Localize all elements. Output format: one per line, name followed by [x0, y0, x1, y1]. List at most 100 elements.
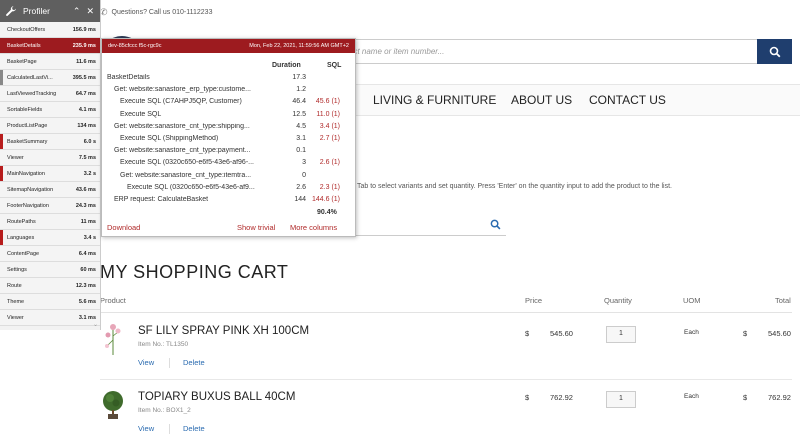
scroll-down-icon[interactable]: ⌄: [93, 321, 98, 328]
detail-row-duration: 1.2: [296, 86, 306, 94]
profiler-panel: Profiler ⌃ ✕ CheckoutOffers 156.9 ms Baske…: [0, 0, 101, 330]
timestamp: Mon, Feb 22, 2021, 11:59:56 AM GMT+2: [249, 43, 349, 49]
profiler-row-time: 11 ms: [80, 218, 96, 225]
profiler-row-name: Theme: [7, 298, 25, 305]
currency-symbol: $: [525, 393, 530, 402]
profiler-row-name: ProductListPage: [7, 122, 48, 129]
status-marker: [0, 166, 3, 181]
quick-order-hint: ants. Tab to select variants and set qua…: [340, 183, 673, 190]
profiler-row[interactable]: LastViewedTracking 64.7 ms: [0, 86, 100, 102]
view-link[interactable]: View: [138, 424, 154, 433]
nav-item-living-furniture[interactable]: LIVING & FURNITURE: [373, 93, 496, 107]
more-columns-link[interactable]: More columns: [290, 223, 337, 232]
search-input[interactable]: uct name or item number...: [340, 39, 758, 64]
collapse-icon[interactable]: ⌃: [73, 6, 81, 17]
profiler-row[interactable]: SortableFields 4.1 ms: [0, 102, 100, 118]
item-number: Item No.: BOX1_2: [138, 407, 191, 414]
profiler-row-time: 11.6 ms: [76, 58, 96, 65]
column-header-uom: UOM: [683, 296, 701, 305]
detail-row-label[interactable]: Get: website:sanastore_cnt_type:itemtra.…: [120, 172, 272, 179]
divider: [100, 379, 792, 380]
download-link[interactable]: Download: [107, 223, 140, 232]
column-header-price: Price: [525, 296, 543, 305]
quick-order-input[interactable]: [340, 214, 506, 236]
profiler-row-time: 7.5 ms: [78, 154, 96, 161]
profiler-row-name: LastViewedTracking: [7, 90, 57, 97]
price-value: 762.92: [550, 393, 573, 402]
detail-row-label[interactable]: Execute SQL (C7AHPJ5QP, Customer): [120, 98, 272, 105]
profiler-row[interactable]: CheckoutOffers 156.9 ms: [0, 22, 100, 38]
profiler-row[interactable]: FooterNavigation 24.3 ms: [0, 198, 100, 214]
profiler-row[interactable]: MainNavigation 3.2 s: [0, 166, 100, 182]
product-name[interactable]: TOPIARY BUXUS BALL 40CM: [138, 391, 295, 403]
search-icon[interactable]: [490, 219, 501, 230]
delete-link[interactable]: Delete: [183, 358, 205, 367]
detail-row-label[interactable]: Execute SQL (0320c650-e6f5-43e6-af96-...: [120, 159, 272, 166]
profiler-row[interactable]: Theme 5.6 ms: [0, 294, 100, 310]
profiler-row[interactable]: BasketPage 11.6 ms: [0, 54, 100, 70]
profiler-row-time: 156.9 ms: [72, 26, 96, 33]
profiler-row[interactable]: ProductListPage 134 ms: [0, 118, 100, 134]
profiler-row[interactable]: Viewer 7.5 ms: [0, 150, 100, 166]
profiler-row[interactable]: RoutePaths 11 ms: [0, 214, 100, 230]
profiler-row[interactable]: Route 12.3 ms: [0, 278, 100, 294]
currency-symbol: $: [743, 393, 748, 402]
total-percent: 90.4%: [317, 209, 337, 216]
detail-row-duration: 4.5: [296, 122, 306, 130]
detail-row-label[interactable]: Execute SQL (ShippingMethod): [120, 135, 272, 142]
detail-row-label[interactable]: BasketDetails: [107, 74, 272, 81]
profiler-row[interactable]: ContentPage 6.4 ms: [0, 246, 100, 262]
quantity-input[interactable]: 1: [606, 391, 636, 408]
detail-row-label[interactable]: ERP request: CalculateBasket: [114, 196, 272, 203]
nav-item-contact-us[interactable]: CONTACT US: [589, 93, 666, 107]
profiler-row[interactable]: Viewer 3.1 ms: [0, 310, 100, 326]
detail-row-label[interactable]: Get: website:sanastore_cnt_type:shipping…: [114, 123, 272, 130]
profiler-row[interactable]: CalculatedLastVi... 395.5 ms: [0, 70, 100, 86]
topbar-question: Questions? Call us 010-1112233: [111, 8, 213, 16]
search-icon: [769, 46, 780, 57]
detail-row-sql: 2.6 (1): [319, 159, 340, 167]
page: ✆ Questions? Call us 010-1112233 uct nam…: [0, 0, 800, 442]
profiler-row-time: 6.0 s: [83, 138, 96, 145]
detail-row-duration: 0.1: [296, 147, 306, 155]
profiler-row-name: Route: [7, 282, 22, 289]
uom-value: Each: [684, 329, 699, 336]
profiler-row-name: RoutePaths: [7, 218, 36, 225]
profiler-row-name: CheckoutOffers: [7, 26, 46, 33]
delete-link[interactable]: Delete: [183, 424, 205, 433]
profiler-row[interactable]: Settings 60 ms: [0, 262, 100, 278]
detail-row-label[interactable]: Get: website:sanastore_erp_type:custome.…: [114, 86, 272, 93]
divider: [169, 358, 170, 368]
profiler-row[interactable]: BasketSummary 6.0 s: [0, 134, 100, 150]
detail-row-duration: 12.5: [292, 110, 306, 118]
topbar: ✆ Questions? Call us 010-1112233: [100, 4, 212, 20]
price-value: 545.60: [550, 329, 573, 338]
detail-row-sql: 45.6 (1): [315, 98, 340, 106]
profiler-row[interactable]: Languages 3.4 s: [0, 230, 100, 246]
profiler-row[interactable]: BasketDetails 235.9 ms: [0, 38, 100, 54]
profiler-row[interactable]: SitemapNavigation 43.6 ms: [0, 182, 100, 198]
product-name[interactable]: SF LILY SPRAY PINK XH 100CM: [138, 325, 309, 337]
profiler-row-name: Languages: [7, 234, 35, 241]
view-link[interactable]: View: [138, 358, 154, 367]
nav-item-about-us[interactable]: ABOUT US: [511, 93, 572, 107]
detail-row-duration: 17.3: [292, 74, 306, 81]
detail-row-label[interactable]: Execute SQL: [120, 111, 272, 118]
close-icon[interactable]: ✕: [86, 6, 100, 17]
status-marker: [0, 134, 3, 149]
detail-row-label[interactable]: Execute SQL (0320c650-e6f5-43e6-af9...: [127, 184, 272, 191]
profiler-row-time: 235.9 ms: [72, 42, 96, 49]
detail-row-label[interactable]: Get: website:sanastore_cnt_type:payment.…: [114, 147, 272, 154]
profiler-detail-popup: dev-85cfccc f5c-rgc9c Mon, Feb 22, 2021,…: [101, 38, 356, 237]
product-image[interactable]: [102, 322, 124, 356]
uom-value: Each: [684, 393, 699, 400]
search-button[interactable]: [757, 39, 792, 64]
divider: [100, 312, 792, 313]
show-trivial-link[interactable]: Show trivial: [237, 223, 275, 232]
wrench-icon: [6, 6, 16, 16]
detail-header: dev-85cfccc f5c-rgc9c Mon, Feb 22, 2021,…: [102, 39, 355, 53]
quantity-input[interactable]: 1: [606, 326, 636, 343]
profiler-row-time: 43.6 ms: [75, 186, 96, 193]
status-marker: [0, 230, 3, 245]
product-image[interactable]: [102, 390, 124, 420]
